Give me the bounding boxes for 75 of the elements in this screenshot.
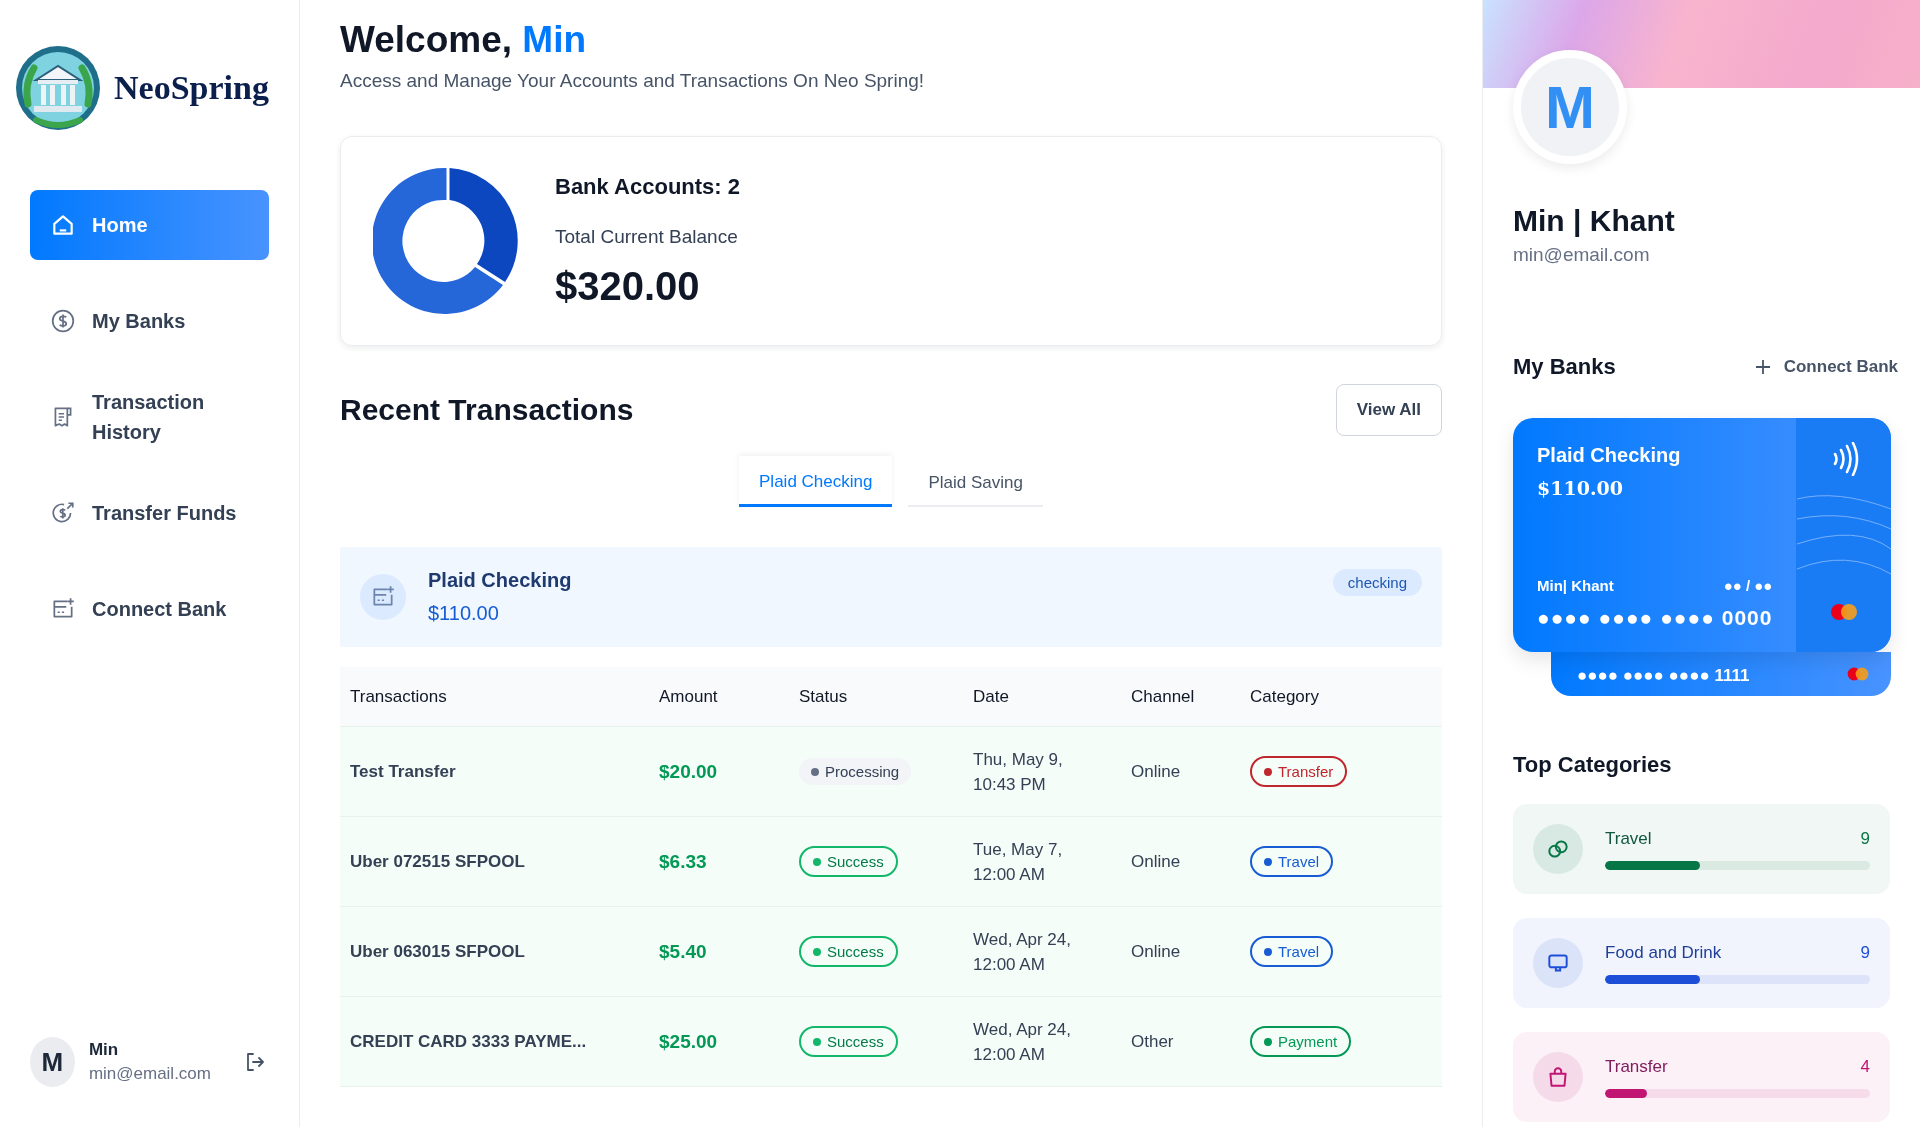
account-type-badge: checking <box>1332 569 1422 596</box>
card-brand-icon <box>1845 666 1871 682</box>
column-header: Amount <box>658 686 719 707</box>
plus-icon <box>1753 358 1772 376</box>
table-cell-text: Online <box>1130 761 1182 782</box>
account-balance: $110.00 <box>428 602 500 625</box>
connect-bank-button[interactable]: Connect Bank <box>1753 357 1898 377</box>
table-cell-text: Uber 072515 SFPOOL <box>349 851 526 872</box>
table-cell-text: Online <box>1130 941 1182 962</box>
status-badge: Processing <box>799 758 912 785</box>
table-cell-text: CREDIT CARD 3333 PAYME... <box>349 1031 588 1052</box>
welcome-heading: Welcome, Min <box>340 18 588 62</box>
table-cell-text: Tue, May 7, 12:00 AM <box>972 838 1064 886</box>
user-name: Min <box>88 1040 120 1060</box>
category-tag: Transfer <box>1250 756 1348 787</box>
card-number: ●●●● ●●●● ●●●● 0000 <box>1537 606 1773 630</box>
table-cell-text: Wed, Apr 24, 12:00 AM <box>972 928 1072 976</box>
column-header: Date <box>972 686 1010 707</box>
table-cell-text: Thu, May 9, 10:43 PM <box>972 748 1064 796</box>
balance-amount: $320.00 <box>555 263 701 309</box>
view-all-button[interactable]: View All <box>1335 384 1442 436</box>
category-count: 4 <box>1860 1056 1870 1077</box>
section-title: My Banks <box>1513 354 1616 380</box>
brand-name: NeoSpring <box>114 69 269 107</box>
card-balance: $110.00 <box>1537 477 1624 499</box>
profile-name: Min | Khant <box>1513 204 1676 238</box>
section-title: Recent Transactions <box>340 393 634 427</box>
account-tab[interactable]: Plaid Checking <box>739 456 893 507</box>
card-number: ●●●● ●●●● ●●●● 1111 <box>1577 666 1750 686</box>
table-cell-text: $6.33 <box>658 850 708 873</box>
bank-card[interactable]: Plaid Checking $110.00 Min| Khant ●● / ●● ●●●● ●●●● ●●●● 0000 <box>1513 418 1891 652</box>
account-name: Plaid Checking <box>428 569 572 592</box>
user-email: min@email.com <box>88 1064 211 1084</box>
account-tab[interactable]: Plaid Saving <box>908 456 1043 507</box>
table-cell-text: Uber 063015 SFPOOL <box>349 941 526 962</box>
card-bank-name: Plaid Checking <box>1537 444 1682 467</box>
balance-label: Total Current Balance <box>555 225 739 248</box>
profile-email: min@email.com <box>1513 244 1651 266</box>
table-cell-text: Other <box>1130 1031 1175 1052</box>
category-tag: Payment <box>1250 1026 1352 1057</box>
category-tag: Travel <box>1250 936 1334 967</box>
table-cell-text: $20.00 <box>658 760 719 783</box>
status-badge: Success <box>799 846 898 877</box>
category-name: Travel <box>1605 828 1652 849</box>
bank-card[interactable]: ●●●● ●●●● ●●●● 1111 <box>1551 652 1891 696</box>
nav-item[interactable]: My Banks <box>30 286 269 356</box>
nav-item[interactable]: Connect Bank <box>30 574 269 644</box>
table-cell-text: $5.40 <box>658 940 708 963</box>
nav-item[interactable]: Home <box>30 190 269 260</box>
table-cell-text: Online <box>1130 851 1182 872</box>
category-count: 9 <box>1860 828 1870 849</box>
status-badge: Success <box>799 936 898 967</box>
table-cell-text: $25.00 <box>658 1030 719 1053</box>
user-avatar: M <box>30 1037 75 1087</box>
column-header: Category <box>1249 686 1320 707</box>
card-holder: Min| Khant <box>1537 577 1614 594</box>
bank-accounts-count: Bank Accounts: 2 <box>555 173 740 200</box>
column-header: Status <box>798 686 849 707</box>
category-tag: Travel <box>1250 846 1334 877</box>
column-header: Transactions <box>349 686 448 707</box>
status-badge: Success <box>799 1026 898 1057</box>
subtitle: Access and Manage Your Accounts and Transactions On Neo Spring! <box>340 70 926 92</box>
category-name: Food and Drink <box>1605 942 1722 963</box>
home-icon <box>50 212 76 238</box>
table-cell-text: Wed, Apr 24, 12:00 AM <box>972 1018 1072 1066</box>
table-cell-text: Test Transfer <box>349 761 457 782</box>
section-title: Top Categories <box>1512 752 1673 778</box>
dollar-icon <box>50 308 76 334</box>
nav-item[interactable]: Transaction History <box>30 382 269 452</box>
category-name: Transfer <box>1605 1056 1668 1077</box>
card-expiry: ●● / ●● <box>1723 577 1773 594</box>
category-count: 9 <box>1860 942 1870 963</box>
bank-logo-icon <box>14 44 102 132</box>
column-header: Channel <box>1130 686 1196 707</box>
nav-item[interactable]: Transfer Funds <box>30 478 269 548</box>
